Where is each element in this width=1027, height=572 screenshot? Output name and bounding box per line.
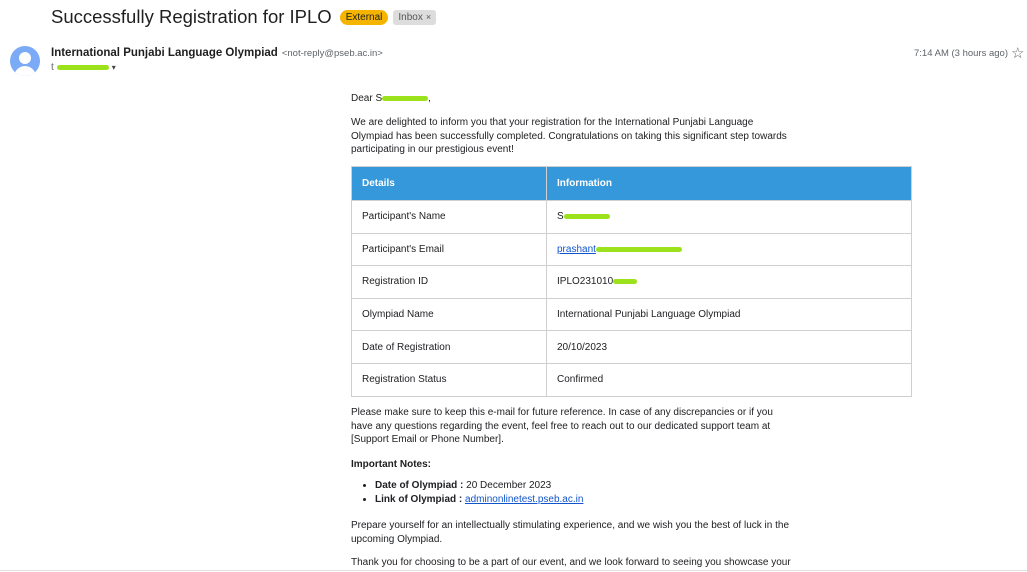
greeting-prefix: Dear S [351,93,383,104]
table-row: Olympiad Name International Punjabi Lang… [351,297,912,332]
table-row: Registration Status Confirmed [351,362,912,397]
table-header-row: Details Information [351,166,912,201]
table-row: Participant's Email prashant [351,232,912,267]
participant-name-prefix: S [557,211,564,223]
table-cell-value: International Punjabi Language Olympiad [546,297,912,332]
recipient-row[interactable]: t ▾ [51,62,116,73]
table-header-information: Information [546,166,912,201]
bottom-divider [0,570,1027,571]
table-cell-value: S [546,200,912,234]
star-icon[interactable]: ☆ [1011,44,1024,62]
recipient-prefix: t [51,62,54,73]
table-cell-label: Registration ID [351,265,547,299]
olympiad-date-value: 20 December 2023 [463,480,552,491]
important-notes-title: Important Notes: [351,459,431,470]
avatar-body-shape [14,66,36,76]
table-header-details: Details [351,166,547,201]
table-cell-label: Date of Registration [351,330,547,364]
table-cell-label: Participant's Name [351,200,547,234]
olympiad-link-label: Link of Olympiad : [375,494,463,505]
table-row: Date of Registration 20/10/2023 [351,330,912,364]
sender-row: International Punjabi Language Olympiad … [51,47,383,59]
participant-email-redaction [595,246,682,252]
intro-paragraph: We are delighted to inform you that your… [351,117,787,155]
greeting-suffix: , [428,93,431,104]
remove-label-icon[interactable]: × [426,11,431,24]
sender-name[interactable]: International Punjabi Language Olympiad [51,47,278,59]
greeting: Dear S, [351,92,791,106]
recipient-redaction [56,65,109,70]
list-item: Link of Olympiad : adminonlinetest.pseb.… [375,493,795,507]
table-cell-label: Registration Status [351,362,547,397]
olympiad-link[interactable]: adminonlinetest.pseb.ac.in [465,494,583,505]
table-cell-value: prashant [546,232,912,267]
email-timestamp: 7:14 AM (3 hours ago) [914,48,1008,59]
participant-email-prefix: prashant [557,243,596,255]
table-cell-value: IPLO231010 [546,265,912,299]
thanks-paragraph: Thank you for choosing to be a part of o… [351,557,791,568]
email-subject: Successfully Registration for IPLO [51,6,332,27]
list-item: Date of Olympiad : 20 December 2023 [375,479,795,493]
table-cell-label: Olympiad Name [351,297,547,332]
table-row: Registration ID IPLO231010 [351,265,912,299]
external-badge: External [339,9,389,25]
sender-email: <not-reply@pseb.ac.in> [281,48,383,59]
important-notes-list: Date of Olympiad : 20 December 2023 Link… [351,479,795,507]
sender-avatar[interactable] [10,46,40,76]
registration-details-table: Details Information Participant's Name S… [351,166,912,397]
prepare-paragraph: Prepare yourself for an intellectually s… [351,520,790,545]
participant-name-redaction [563,214,610,220]
olympiad-date-label: Date of Olympiad : [375,480,464,491]
table-row: Participant's Name S [351,200,912,234]
avatar-head-shape [19,52,31,64]
table-cell-value: 20/10/2023 [546,330,912,364]
participant-email-link[interactable]: prashant [557,244,682,255]
registration-id-redaction [613,279,638,285]
inbox-label-chip[interactable]: Inbox × [393,9,437,25]
inbox-label: Inbox [398,11,423,23]
reference-paragraph: Please make sure to keep this e-mail for… [351,407,773,445]
name-redaction [382,95,429,101]
registration-id-prefix: IPLO231010 [557,276,614,288]
table-cell-label: Participant's Email [351,232,547,267]
recipient-details-caret-icon[interactable]: ▾ [112,63,116,72]
email-subject-row: Successfully Registration for IPLO Exter… [51,5,437,29]
table-cell-value: Confirmed [546,362,912,397]
